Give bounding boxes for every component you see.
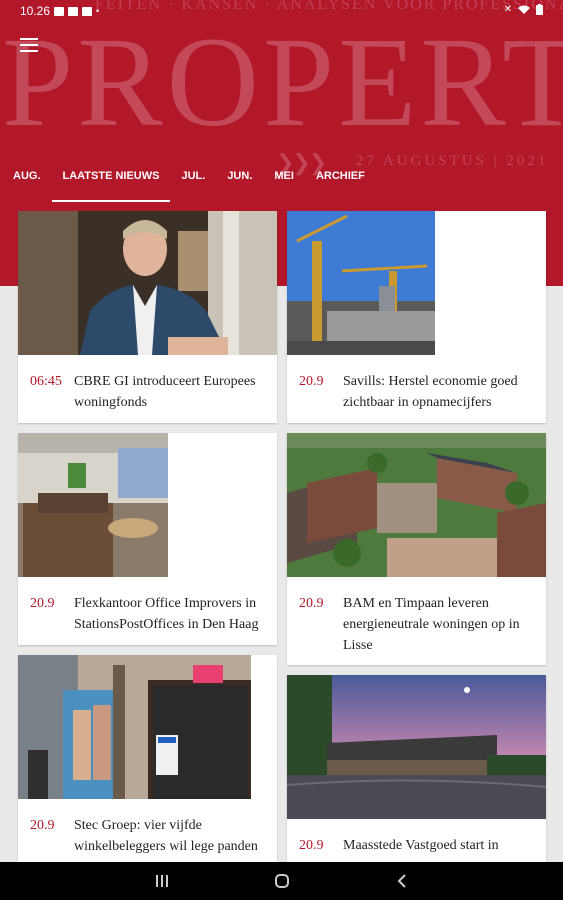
article-image (287, 211, 435, 355)
recent-apps-icon (155, 875, 168, 887)
article-card[interactable]: 20.9 Stec Groep: vier vijfde winkelbeleg… (18, 655, 277, 865)
section-tabs: AUG. LAATSTE NIEUWS JUL. JUN. MEI ARCHIE… (0, 158, 376, 202)
article-image (18, 433, 168, 577)
article-time: 06:45 (30, 374, 62, 389)
hamburger-menu-icon[interactable] (20, 38, 38, 52)
chat-icon (68, 6, 79, 16)
tab-laatste-nieuws[interactable]: LAATSTE NIEUWS (51, 158, 171, 202)
article-card[interactable]: 20.9 BAM en Timpaan leveren energieneutr… (287, 433, 546, 665)
article-image (287, 675, 546, 819)
back-icon (397, 874, 406, 888)
gallery-icon (54, 6, 65, 16)
article-image (287, 433, 546, 577)
tab-archief[interactable]: ARCHIEF (305, 158, 376, 200)
article-image (18, 211, 277, 355)
article-time: 20.9 (30, 596, 55, 611)
system-nav-bar (0, 862, 563, 900)
mute-icon: ✕ (503, 4, 512, 15)
article-title: Stec Groep: vier vijfde winkelbeleggers … (74, 818, 258, 854)
status-bar: 10.26 • ✕ (0, 0, 563, 22)
article-card[interactable]: 06:45 CBRE GI introduceert Europees woni… (18, 211, 277, 423)
article-card[interactable]: 20.9 Savills: Herstel economie goed zich… (287, 211, 546, 423)
brand-wordmark: PROPERTY (2, 11, 563, 153)
article-title: Flexkantoor Office Improvers in Stations… (74, 596, 259, 632)
article-image (18, 655, 251, 799)
tab-jul[interactable]: JUL. (170, 158, 216, 200)
dot-icon: • (96, 6, 100, 16)
article-title: Savills: Herstel economie goed zichtbaar… (343, 374, 518, 410)
header-date: 27 AUGUSTUS | 2021 (356, 153, 549, 169)
battery-icon (536, 4, 543, 15)
article-time: 20.9 (30, 818, 55, 833)
k-app-icon (82, 6, 93, 16)
home-icon (274, 874, 289, 888)
tab-jun[interactable]: JUN. (216, 158, 263, 200)
home-button[interactable] (272, 871, 292, 891)
article-card[interactable]: 20.9 Maasstede Vastgoed start in (287, 675, 546, 875)
article-time: 20.9 (299, 838, 324, 853)
wifi-icon (518, 5, 530, 14)
article-title: CBRE GI introduceert Europees woningfond… (74, 374, 256, 410)
status-time: 10.26 (20, 4, 51, 18)
article-title: Maasstede Vastgoed start in (343, 838, 499, 853)
article-card[interactable]: 20.9 Flexkantoor Office Improvers in Sta… (18, 433, 277, 645)
tab-mei[interactable]: MEI (263, 158, 305, 200)
article-time: 20.9 (299, 596, 324, 611)
article-title: BAM en Timpaan leveren energieneutrale w… (343, 596, 520, 653)
back-button[interactable] (392, 871, 412, 891)
article-time: 20.9 (299, 374, 324, 389)
recent-apps-button[interactable] (152, 871, 172, 891)
tab-aug[interactable]: AUG. (0, 158, 52, 200)
